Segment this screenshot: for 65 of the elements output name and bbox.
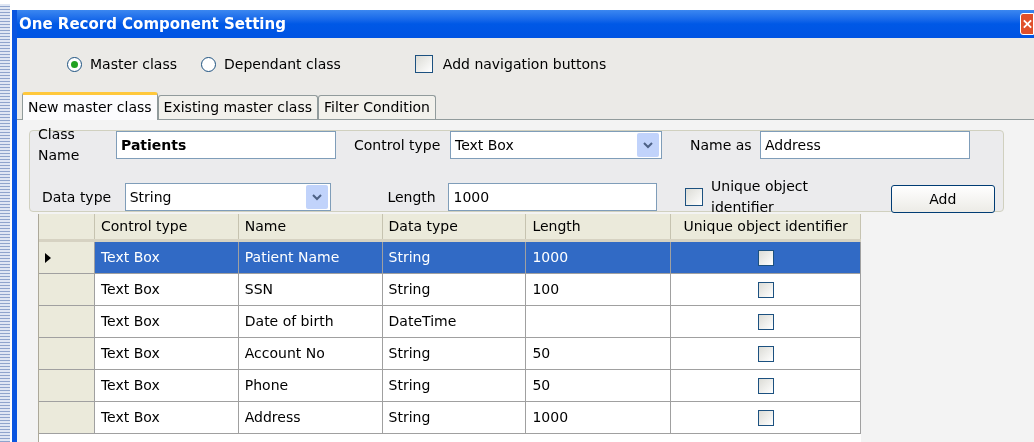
window-title: One Record Component Setting xyxy=(18,13,286,35)
column-header[interactable]: Name xyxy=(238,214,383,239)
table-row[interactable]: Text Box Date of birth DateTime xyxy=(39,306,861,338)
close-icon[interactable] xyxy=(1020,13,1034,35)
name-as-field[interactable]: Address xyxy=(760,131,970,159)
column-header[interactable]: Data type xyxy=(382,214,527,239)
tab[interactable]: Existing master class xyxy=(157,95,319,119)
checkbox-label: Add navigation buttons xyxy=(442,54,607,74)
table-cell: Text Box xyxy=(94,370,239,401)
checkbox[interactable] xyxy=(757,249,774,266)
table-cell: String xyxy=(382,402,527,433)
table-cell: Account No xyxy=(238,338,383,369)
field-label: Control type xyxy=(354,135,442,155)
table-cell: String xyxy=(382,370,527,401)
field-label: Class Name xyxy=(38,125,81,165)
table-cell: 1000 xyxy=(526,242,672,273)
tab[interactable]: Filter Condition xyxy=(318,95,436,119)
radio-option[interactable]: Master class xyxy=(67,53,177,75)
current-row-icon xyxy=(45,252,51,263)
radio-button[interactable] xyxy=(67,56,82,72)
column-header[interactable]: Control type xyxy=(94,214,239,239)
table-cell: Address xyxy=(238,402,383,433)
checkbox[interactable] xyxy=(757,409,774,426)
table-cell: 50 xyxy=(526,370,672,401)
table-row[interactable]: Text Box Patient Name String 1000 xyxy=(39,242,861,274)
field-label: Length xyxy=(387,187,437,207)
table-cell: 1000 xyxy=(526,402,672,433)
checkbox[interactable] xyxy=(757,377,774,394)
table-cell: Date of birth xyxy=(238,306,383,337)
dropdown[interactable]: Text Box xyxy=(450,131,662,159)
table-cell: Patient Name xyxy=(238,242,383,273)
class-name-field[interactable]: Patients xyxy=(116,131,336,159)
table-row[interactable]: Text Box SSN String 100 xyxy=(39,274,861,306)
field-label: Data type xyxy=(41,187,113,207)
table-cell: Text Box xyxy=(94,242,239,273)
table-cell: Text Box xyxy=(94,402,239,433)
checkbox[interactable] xyxy=(757,281,774,298)
table-cell: String xyxy=(382,274,527,305)
table-cell: DateTime xyxy=(382,306,527,337)
table-cell: Text Box xyxy=(94,306,239,337)
dropdown[interactable]: String xyxy=(124,183,332,211)
table-cell: 50 xyxy=(526,338,672,369)
column-header[interactable]: Unique object identifier xyxy=(671,214,861,239)
table-cell: Text Box xyxy=(94,274,239,305)
table-row[interactable]: Text Box Account No String 50 xyxy=(39,338,861,370)
table-cell: String xyxy=(382,242,527,273)
radio-option[interactable]: Dependant class xyxy=(201,53,341,75)
add-button[interactable]: Add xyxy=(890,185,995,213)
checkbox[interactable] xyxy=(414,55,433,73)
checkbox[interactable] xyxy=(757,345,774,362)
table-cell: String xyxy=(382,338,527,369)
length-field[interactable]: 1000 xyxy=(448,183,658,211)
table-cell: Text Box xyxy=(94,338,239,369)
table-cell: SSN xyxy=(238,274,383,305)
field-label: Name as xyxy=(690,135,753,155)
checkbox[interactable] xyxy=(685,188,704,206)
table-cell: Phone xyxy=(238,370,383,401)
checkbox-label: Unique object identifier xyxy=(711,177,810,217)
column-header[interactable]: Length xyxy=(526,214,672,239)
table-row[interactable]: Text Box Phone String 50 xyxy=(39,370,861,402)
radio-button[interactable] xyxy=(201,56,216,72)
checkbox[interactable] xyxy=(757,313,774,330)
tab[interactable]: New master class xyxy=(22,92,158,120)
table-row[interactable]: Text Box Address String 1000 xyxy=(39,402,861,434)
table-cell: 100 xyxy=(526,274,672,305)
